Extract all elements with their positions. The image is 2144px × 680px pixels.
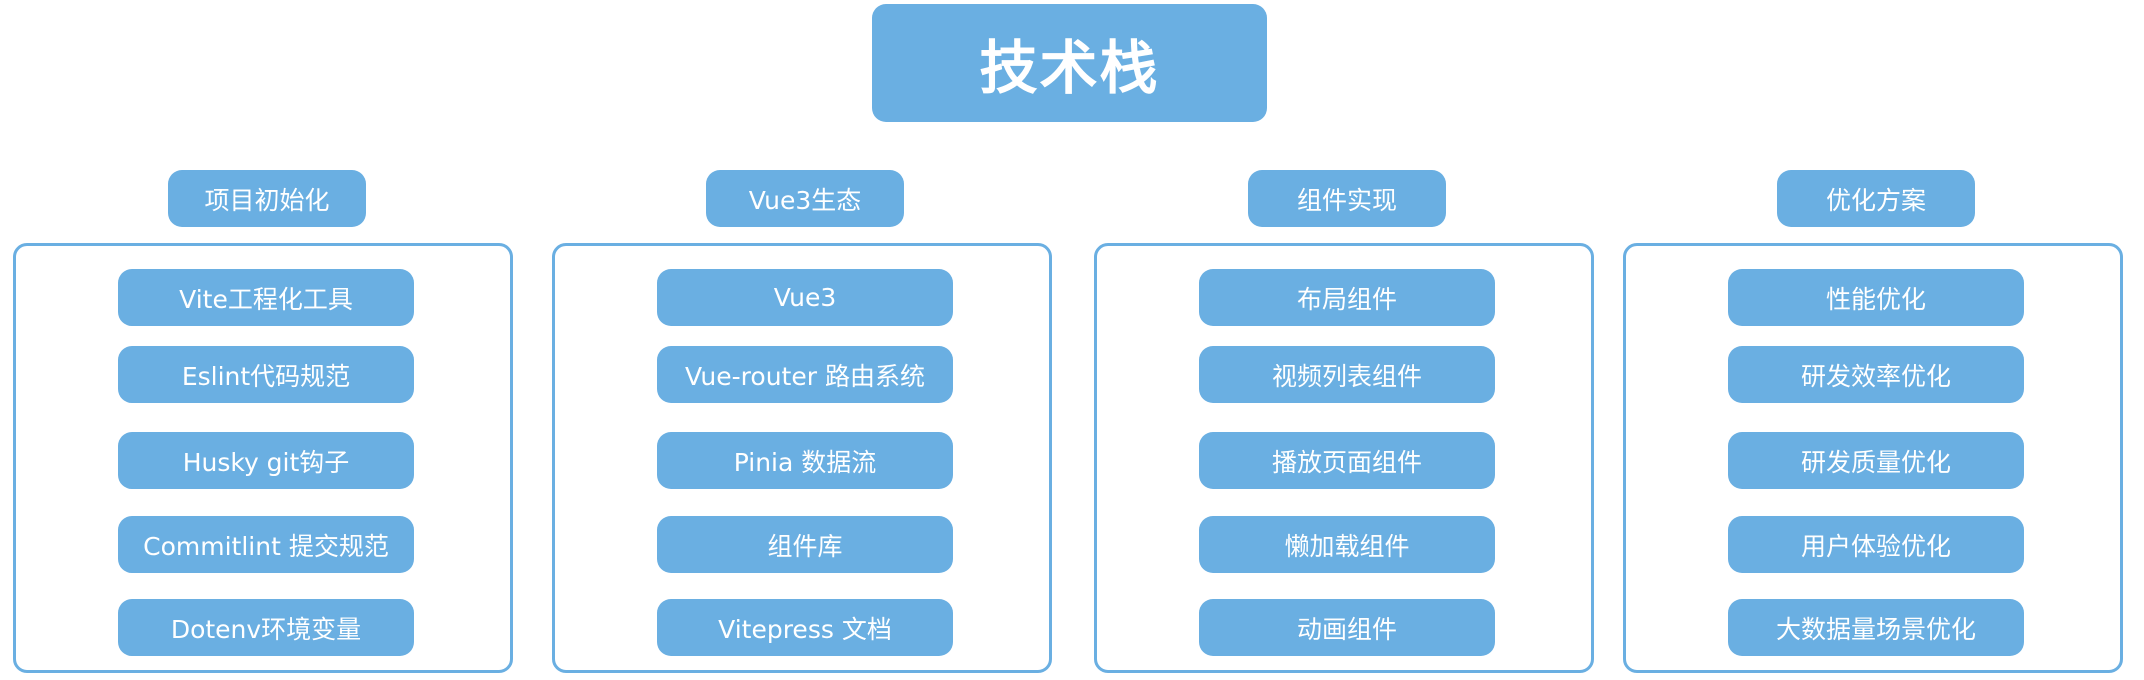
item-node: Vite工程化工具 bbox=[118, 269, 414, 326]
item-node: 大数据量场景优化 bbox=[1728, 599, 2024, 656]
item-node: 组件库 bbox=[657, 516, 953, 573]
item-node: 研发质量优化 bbox=[1728, 432, 2024, 489]
item-node: Commitlint 提交规范 bbox=[118, 516, 414, 573]
item-node: 播放页面组件 bbox=[1199, 432, 1495, 489]
category-header-project-init: 项目初始化 bbox=[168, 170, 366, 227]
category-header-optimization: 优化方案 bbox=[1777, 170, 1975, 227]
category-header-vue3-ecosystem: Vue3生态 bbox=[706, 170, 904, 227]
item-node: 懒加载组件 bbox=[1199, 516, 1495, 573]
item-node: 视频列表组件 bbox=[1199, 346, 1495, 403]
item-node: 动画组件 bbox=[1199, 599, 1495, 656]
item-node: 性能优化 bbox=[1728, 269, 2024, 326]
category-group-optimization: 性能优化 研发效率优化 研发质量优化 用户体验优化 大数据量场景优化 bbox=[1623, 243, 2123, 673]
category-group-vue3-ecosystem: Vue3 Vue-router 路由系统 Pinia 数据流 组件库 Vitep… bbox=[552, 243, 1052, 673]
category-header-components: 组件实现 bbox=[1248, 170, 1446, 227]
item-node: Husky git钩子 bbox=[118, 432, 414, 489]
item-node: 用户体验优化 bbox=[1728, 516, 2024, 573]
item-node: Vitepress 文档 bbox=[657, 599, 953, 656]
category-group-project-init: Vite工程化工具 Eslint代码规范 Husky git钩子 Commitl… bbox=[13, 243, 513, 673]
item-node: Eslint代码规范 bbox=[118, 346, 414, 403]
item-node: 研发效率优化 bbox=[1728, 346, 2024, 403]
item-node: Pinia 数据流 bbox=[657, 432, 953, 489]
item-node: Dotenv环境变量 bbox=[118, 599, 414, 656]
item-node: Vue-router 路由系统 bbox=[657, 346, 953, 403]
category-group-components: 布局组件 视频列表组件 播放页面组件 懒加载组件 动画组件 bbox=[1094, 243, 1594, 673]
diagram-title: 技术栈 bbox=[872, 4, 1267, 122]
item-node: 布局组件 bbox=[1199, 269, 1495, 326]
item-node: Vue3 bbox=[657, 269, 953, 326]
